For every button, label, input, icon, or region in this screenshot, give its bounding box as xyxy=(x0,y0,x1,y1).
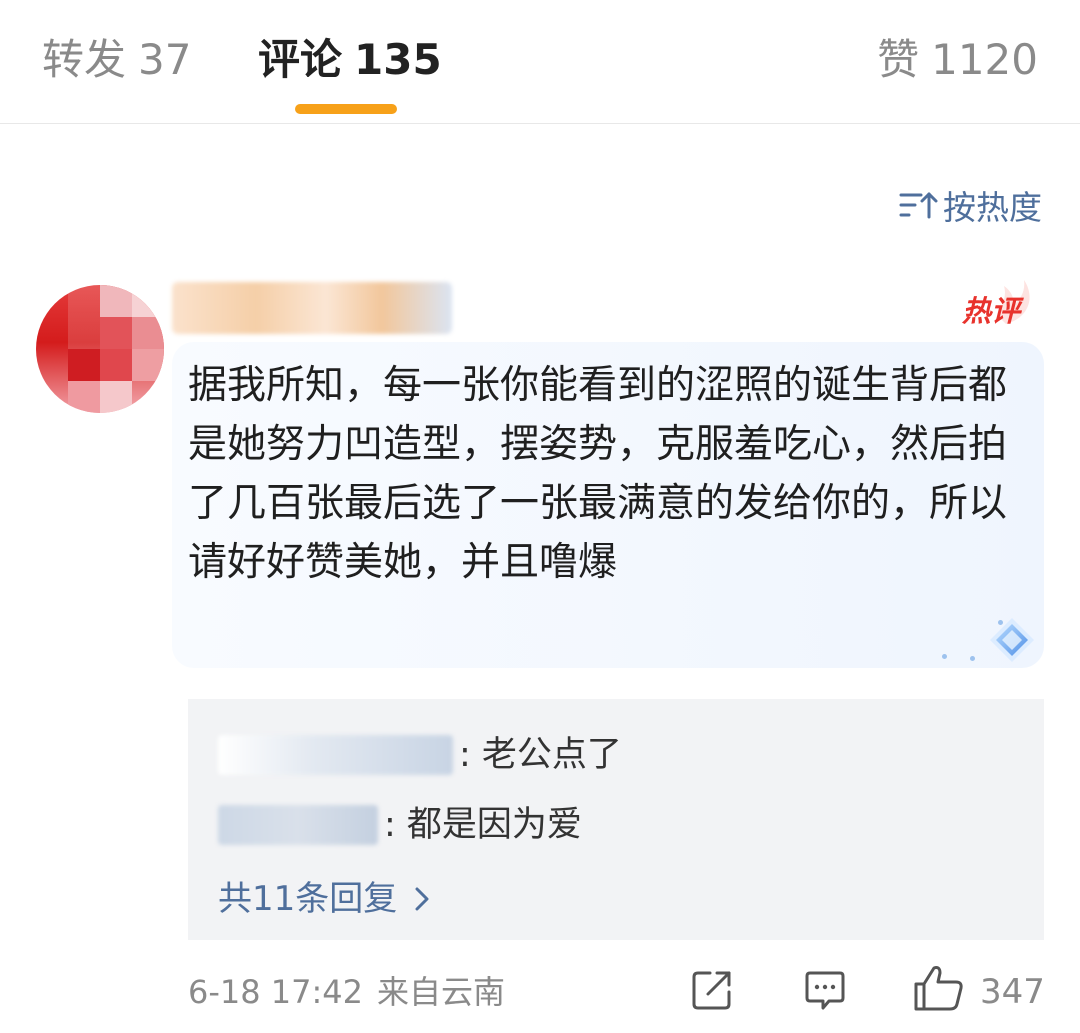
comment-icon[interactable] xyxy=(803,968,847,1012)
comment-meta: 6-18 17:42 来自云南 xyxy=(188,970,505,1014)
like-count: 347 xyxy=(980,972,1045,1012)
sparkle-dot xyxy=(970,656,975,661)
tab-comments-count: 135 xyxy=(354,35,442,84)
tab-comments[interactable]: 评论 135 xyxy=(258,34,442,86)
sparkle-dot xyxy=(942,654,947,659)
tab-likes[interactable]: 赞 1120 xyxy=(877,34,1038,86)
reply-item[interactable]: : 都是因为爱 xyxy=(218,795,1044,855)
diamond-icon xyxy=(990,618,1034,662)
reply-author-redacted[interactable] xyxy=(218,735,453,775)
reply-text: : 都是因为爱 xyxy=(384,805,582,845)
tab-reposts-count: 37 xyxy=(138,35,192,84)
view-all-replies-label: 共11条回复 xyxy=(218,879,398,919)
hot-comment-badge: 热评 xyxy=(958,278,1038,328)
reply-text: : 老公点了 xyxy=(459,735,622,775)
hot-badge-label: 热评 xyxy=(962,294,1021,328)
username-redacted[interactable] xyxy=(172,282,452,334)
tab-reposts[interactable]: 转发 37 xyxy=(42,34,191,86)
comment-source: 来自云南 xyxy=(377,973,506,1011)
comment-bubble[interactable]: 据我所知，每一张你能看到的涩照的诞生背后都是她努力凹造型，摆姿势，克服羞吃心，然… xyxy=(172,342,1044,668)
tab-likes-label: 赞 xyxy=(877,35,920,84)
tab-comments-label: 评论 xyxy=(258,35,343,84)
reply-preview-box[interactable]: : 老公点了 : 都是因为爱 共11条回复 xyxy=(188,699,1044,940)
share-icon[interactable] xyxy=(690,968,734,1012)
sort-label: 按热度 xyxy=(943,188,1042,227)
chevron-right-icon xyxy=(415,887,429,911)
tab-likes-count: 1120 xyxy=(931,35,1038,84)
thumbs-up-icon[interactable] xyxy=(912,964,966,1012)
avatar[interactable] xyxy=(36,285,164,413)
view-all-replies-link[interactable]: 共11条回复 xyxy=(218,877,1044,921)
tab-bar: 转发 37 评论 135 赞 1120 xyxy=(0,0,1080,124)
tab-reposts-label: 转发 xyxy=(42,35,127,84)
reply-item[interactable]: : 老公点了 xyxy=(218,725,1044,785)
sort-icon xyxy=(899,192,938,219)
reply-author-redacted[interactable] xyxy=(218,805,378,845)
comment-time: 6-18 17:42 xyxy=(188,973,364,1011)
comment-text: 据我所知，每一张你能看到的涩照的诞生背后都是她努力凹造型，摆姿势，克服羞吃心，然… xyxy=(188,363,1008,585)
sort-by-hot-button[interactable]: 按热度 xyxy=(899,182,1042,228)
active-tab-indicator xyxy=(295,104,397,114)
